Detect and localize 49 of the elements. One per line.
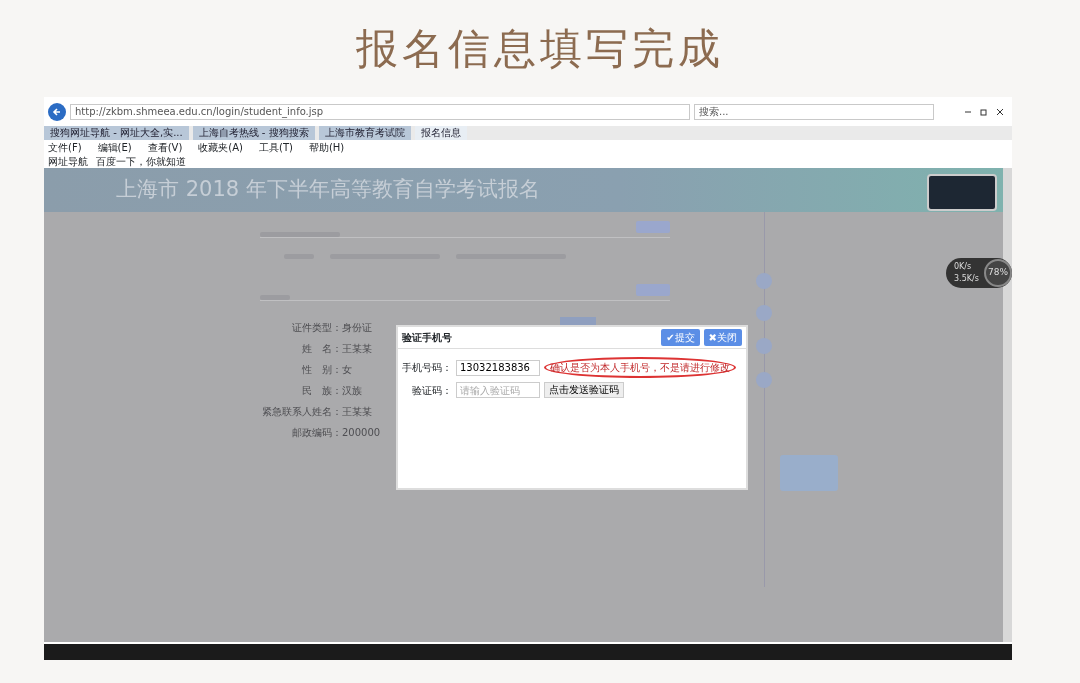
browser-tab[interactable]: 报名信息 [414, 126, 467, 140]
address-bar[interactable]: http://zkbm.shmeea.edu.cn/login/student_info.jsp [70, 103, 690, 120]
browser-tab[interactable]: 上海自考热线 - 搜狗搜索 [192, 126, 315, 140]
step-icon [756, 338, 772, 354]
field-value: 王某某 [342, 342, 372, 356]
field-label: 紧急联系人姓名： [261, 405, 342, 419]
browser-tab[interactable]: 搜狗网址导航 - 网址大全,实... [44, 126, 189, 140]
field-label: 验证码： [411, 383, 452, 398]
back-button[interactable] [48, 102, 66, 121]
favorite-link[interactable]: 网址导航 [48, 153, 88, 169]
field-value: 200000 [342, 426, 381, 440]
field-value: 王某某 [342, 405, 372, 419]
field-label: 证件类型： [291, 321, 342, 335]
dialog-title: 验证手机号 [402, 331, 452, 345]
field-label: 民 族： [301, 384, 342, 398]
upload-speed: 0K/s [954, 261, 973, 273]
hint-text: 确认是否为本人手机号，不是请进行修改 [544, 357, 736, 378]
close-icon[interactable] [996, 107, 1004, 116]
field-value: 身份证 [342, 321, 372, 335]
menu-item[interactable]: 编辑(E) [97, 139, 132, 155]
send-code-button[interactable]: 点击发送验证码 [544, 382, 624, 398]
phone-input[interactable]: 13032183836 [456, 359, 540, 376]
back-arrow-icon [52, 106, 62, 117]
favorite-link[interactable]: 百度一下，你就知道 [96, 153, 186, 169]
step-icon [756, 372, 772, 388]
step-icon [756, 273, 772, 289]
menu-item[interactable]: 查看(V) [147, 139, 183, 155]
menu-item[interactable]: 文件(F) [48, 139, 82, 155]
field-label: 姓 名： [301, 342, 342, 356]
download-speed: 3.5K/s [954, 273, 979, 285]
percent-reading: 78% [984, 259, 1012, 287]
menu-item[interactable]: 工具(T) [259, 139, 293, 155]
menu-item[interactable]: 帮助(H) [308, 139, 345, 155]
site-banner-title: 上海市 2018 年下半年高等教育自学考试报名 [115, 176, 540, 204]
slide-title: 报名信息填写完成 [356, 23, 724, 75]
step-icon [756, 305, 772, 321]
blurred-text [260, 295, 290, 300]
field-label: 性 别： [301, 363, 342, 377]
search-field[interactable]: 搜索... [694, 103, 934, 120]
field-label: 手机号码： [402, 361, 452, 375]
menu-item[interactable]: 收藏夹(A) [198, 139, 243, 155]
restore-icon[interactable] [980, 107, 988, 116]
photo-placeholder [927, 174, 997, 211]
browser-tab[interactable]: 上海市教育考试院 [318, 126, 411, 140]
field-label: 邮政编码： [291, 426, 342, 440]
field-value: 女 [342, 363, 352, 377]
field-value: 汉族 [342, 384, 362, 398]
tooltip-bubble [780, 455, 838, 491]
code-input[interactable]: 请输入验证码 [456, 382, 540, 398]
